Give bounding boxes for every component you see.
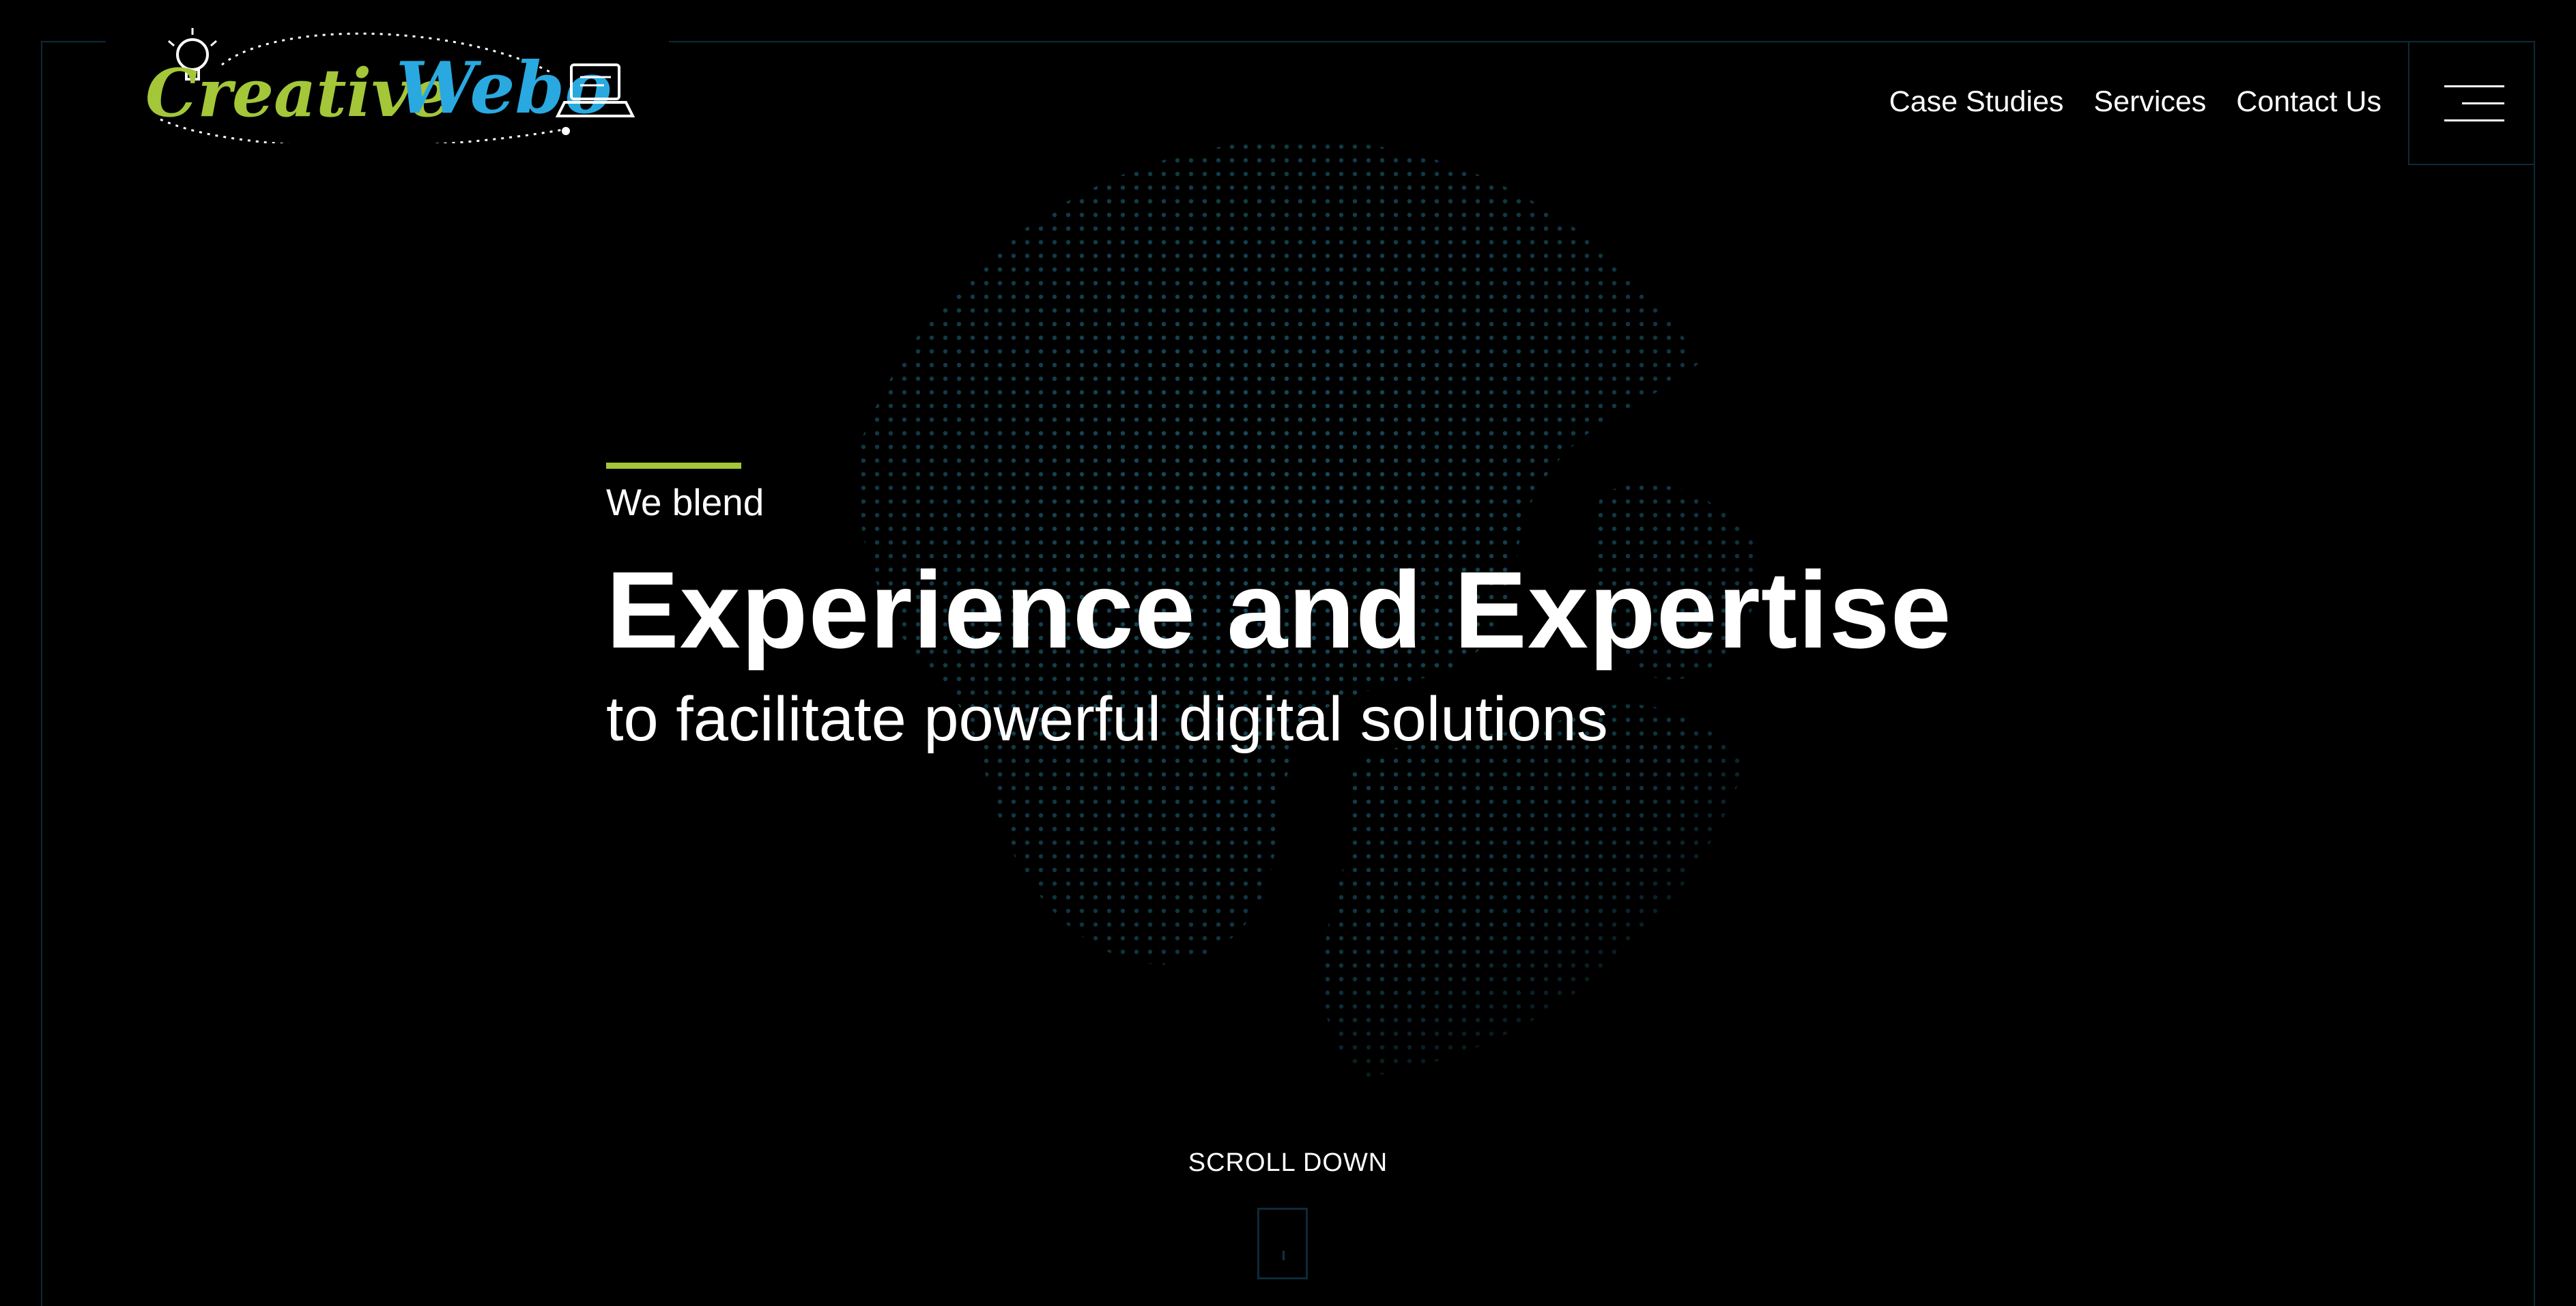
mouse-icon[interactable] bbox=[1257, 1208, 1308, 1279]
creative-webo-logo[interactable]: Creative Webo bbox=[140, 17, 638, 143]
nav-contact-us[interactable]: Contact Us bbox=[2236, 85, 2381, 119]
nav-services[interactable]: Services bbox=[2093, 85, 2206, 119]
accent-bar bbox=[606, 463, 741, 469]
hero-headline: Experience and Expertise bbox=[606, 549, 1952, 671]
hero-section: We blend Experience and Expertise to fac… bbox=[606, 463, 1952, 751]
mouse-wheel-indicator bbox=[1283, 1251, 1285, 1260]
nav-case-studies[interactable]: Case Studies bbox=[1889, 85, 2064, 119]
menu-toggle-button[interactable] bbox=[2408, 41, 2535, 165]
scroll-down-label[interactable]: SCROLL DOWN bbox=[0, 1148, 2576, 1178]
main-nav: Case Studies Services Contact Us bbox=[1889, 85, 2381, 119]
hero-subline: to facilitate powerful digital solutions bbox=[606, 684, 1608, 754]
hero-kicker: We blend bbox=[606, 481, 764, 523]
